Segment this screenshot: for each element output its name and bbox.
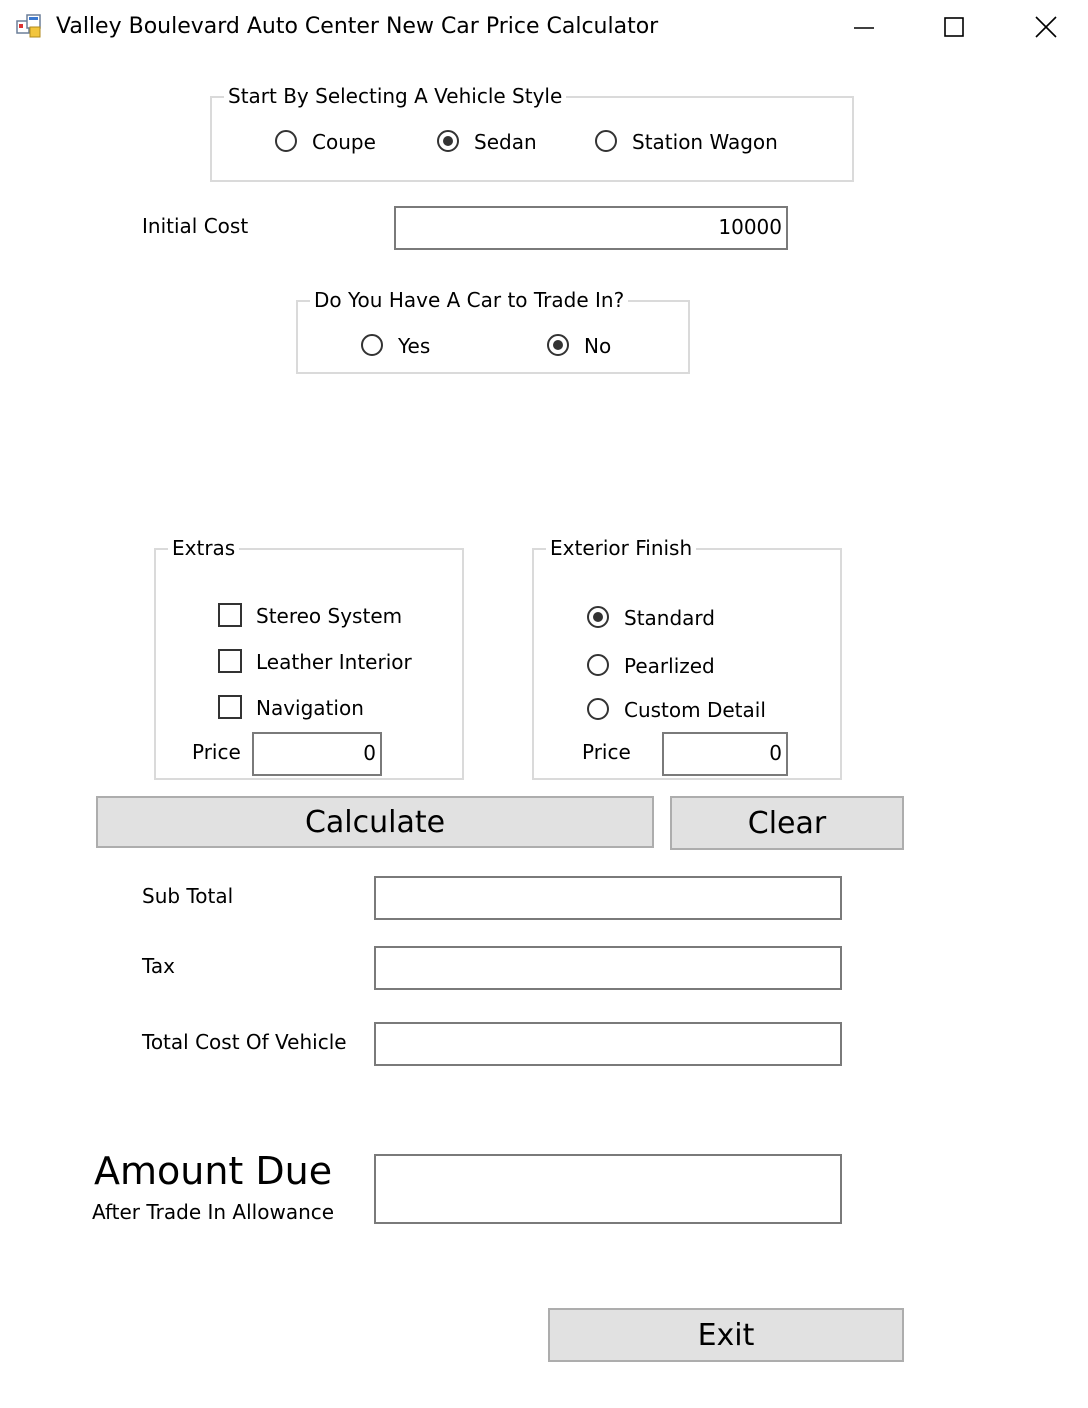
amount-due-label: Amount Due [94,1149,333,1193]
sub-total-field[interactable] [374,876,842,920]
close-button[interactable] [1000,0,1088,54]
standard-radio[interactable] [587,606,609,628]
title-bar: Valley Boulevard Auto Center New Car Pri… [0,0,1088,54]
tax-field[interactable] [374,946,842,990]
custom-detail-radio[interactable] [587,698,609,720]
extras-price-input[interactable]: 0 [252,732,382,776]
maximize-icon [944,17,964,37]
minimize-icon [854,27,874,29]
coupe-radio[interactable] [275,130,297,152]
exit-button[interactable]: Exit [548,1308,904,1362]
coupe-label[interactable]: Coupe [312,129,376,155]
finish-price-label: Price [582,740,631,764]
extras-price-label: Price [192,740,241,764]
clear-button[interactable]: Clear [670,796,904,850]
maximize-button[interactable] [908,0,1000,54]
trade-in-yes-radio[interactable] [361,334,383,356]
stereo-system-label[interactable]: Stereo System [256,603,402,629]
amount-due-field[interactable] [374,1154,842,1224]
initial-cost-input[interactable]: 10000 [394,206,788,250]
minimize-button[interactable] [818,0,910,54]
calculate-button[interactable]: Calculate [96,796,654,848]
standard-label[interactable]: Standard [624,605,715,631]
station-wagon-radio[interactable] [595,130,617,152]
trade-in-legend: Do You Have A Car to Trade In? [310,287,629,313]
navigation-label[interactable]: Navigation [256,695,364,721]
vehicle-style-legend: Start By Selecting A Vehicle Style [224,83,567,109]
total-cost-label: Total Cost Of Vehicle [142,1030,347,1054]
exterior-finish-legend: Exterior Finish [546,535,697,561]
finish-price-input[interactable]: 0 [662,732,788,776]
trade-in-no-label[interactable]: No [584,333,611,359]
station-wagon-label[interactable]: Station Wagon [632,129,778,155]
stereo-system-checkbox[interactable] [218,603,242,627]
sedan-radio[interactable] [437,130,459,152]
total-cost-field[interactable] [374,1022,842,1066]
leather-interior-checkbox[interactable] [218,649,242,673]
extras-legend: Extras [168,535,240,561]
app-icon [16,13,42,39]
pearlized-label[interactable]: Pearlized [624,653,715,679]
sub-total-label: Sub Total [142,884,234,908]
sedan-label[interactable]: Sedan [474,129,537,155]
trade-in-no-radio[interactable] [547,334,569,356]
pearlized-radio[interactable] [587,654,609,676]
trade-in-yes-label[interactable]: Yes [398,333,430,359]
close-icon [1035,16,1057,38]
leather-interior-label[interactable]: Leather Interior [256,649,412,675]
window-title: Valley Boulevard Auto Center New Car Pri… [56,14,659,39]
custom-detail-label[interactable]: Custom Detail [624,697,766,723]
tax-label: Tax [142,954,175,978]
navigation-checkbox[interactable] [218,695,242,719]
amount-due-sublabel: After Trade In Allowance [92,1200,335,1224]
initial-cost-label: Initial Cost [142,214,249,238]
